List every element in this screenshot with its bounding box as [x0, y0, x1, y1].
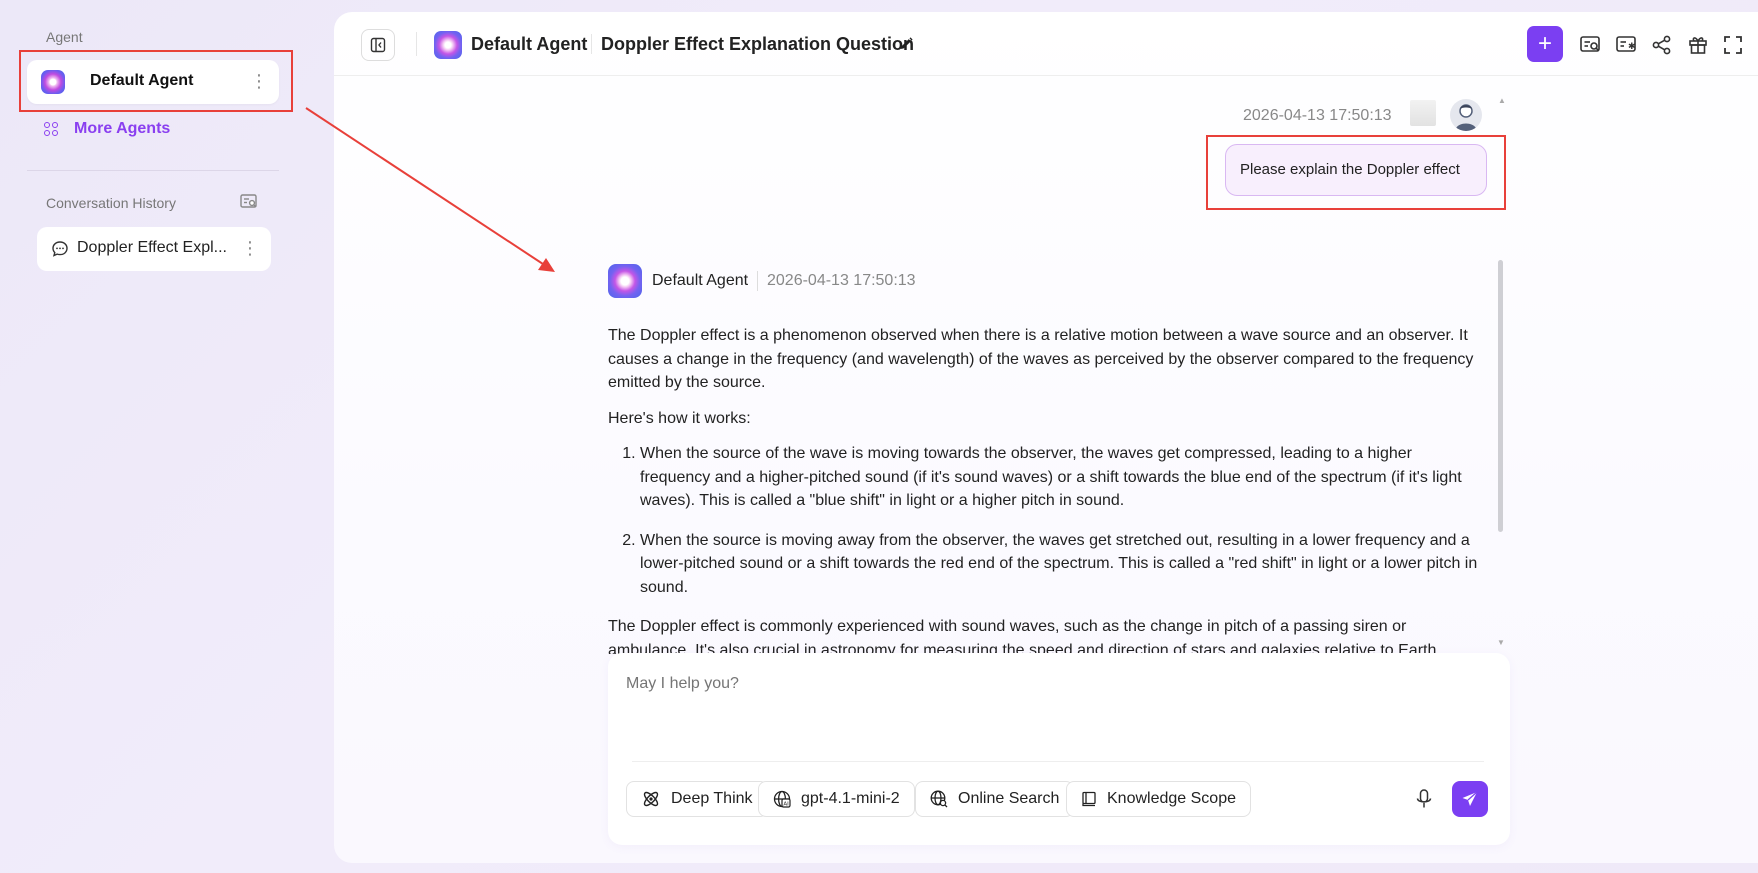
answer-outro: The Doppler effect is commonly experienc… [608, 618, 1441, 654]
online-search-toggle[interactable]: Online Search [915, 781, 1075, 817]
main-panel: Default Agent Doppler Effect Explanation… [334, 12, 1758, 863]
share-icon[interactable] [1651, 34, 1673, 56]
header-agent-avatar [434, 31, 462, 59]
answer-point: When the source is moving away from the … [640, 529, 1478, 600]
messages-scrollbar[interactable] [1498, 260, 1503, 532]
history-section-label: Conversation History [46, 195, 176, 211]
user-secondary-avatar [1410, 100, 1436, 126]
agent-message-avatar [608, 264, 642, 298]
user-message-timestamp: 2026-04-13 17:50:13 [1243, 107, 1392, 124]
scroll-up-icon[interactable]: ▲ [1498, 96, 1506, 105]
scroll-down-icon[interactable]: ▼ [1497, 638, 1505, 647]
answer-points-list: When the source of the wave is moving to… [640, 442, 1478, 599]
header: Default Agent Doppler Effect Explanation… [334, 12, 1758, 76]
header-divider [416, 32, 417, 56]
send-icon [1462, 791, 1478, 806]
conversation-title: Doppler Effect Explanation Question [601, 34, 915, 54]
user-avatar [1450, 99, 1482, 131]
edit-pencil-icon[interactable] [898, 36, 914, 52]
more-agents-label: More Agents [74, 120, 171, 137]
svg-text:✱: ✱ [1628, 42, 1636, 52]
book-icon [1082, 791, 1096, 807]
history-item[interactable]: Doppler Effect Expl... ⋮ [37, 227, 271, 271]
history-item-label: Doppler Effect Expl... [77, 239, 227, 256]
fullscreen-icon[interactable] [1722, 34, 1744, 56]
search-history-icon[interactable] [1579, 34, 1601, 56]
history-search-icon[interactable] [240, 194, 258, 210]
model-selector[interactable]: AI gpt-4.1-mini-2 [758, 781, 915, 817]
annotation-box-user-message [1206, 135, 1506, 210]
agent-section-label: Agent [46, 29, 83, 45]
globe-search-icon [930, 790, 948, 808]
deep-think-label: Deep Think [671, 790, 753, 807]
grid-icon [44, 122, 58, 136]
header-agent-name: Default Agent [471, 34, 588, 54]
annotation-box-agent [19, 50, 293, 112]
send-button[interactable] [1452, 781, 1488, 817]
sidebar: Agent Default Agent ⋮ More Agents Conver… [0, 0, 330, 873]
settings-card-icon[interactable]: ✱ [1615, 34, 1637, 56]
model-globe-icon: AI [773, 790, 791, 808]
message-input[interactable] [626, 675, 1466, 693]
knowledge-scope-label: Knowledge Scope [1107, 790, 1236, 807]
new-conversation-button[interactable]: + [1527, 26, 1563, 62]
toggle-sidebar-button[interactable] [361, 29, 395, 61]
header-title-divider [591, 34, 592, 54]
answer-intro: The Doppler effect is a phenomenon obser… [608, 327, 1474, 391]
online-search-label: Online Search [958, 790, 1060, 807]
sidebar-divider [27, 170, 279, 171]
agent-message-name: Default Agent [652, 272, 749, 289]
deep-think-toggle[interactable]: Deep Think [626, 781, 768, 817]
composer-divider [632, 761, 1484, 762]
answer-point: When the source of the wave is moving to… [640, 442, 1478, 513]
answer-how-it-works: Here's how it works: [608, 409, 751, 427]
knowledge-scope-selector[interactable]: Knowledge Scope [1066, 781, 1251, 817]
gift-icon[interactable] [1687, 34, 1709, 56]
svg-text:AI: AI [783, 802, 789, 808]
microphone-icon[interactable] [1414, 788, 1434, 810]
history-more-icon[interactable]: ⋮ [241, 239, 259, 257]
composer: Deep Think AI gpt-4.1-mini-2 Online Sear… [608, 653, 1510, 845]
model-label: gpt-4.1-mini-2 [801, 790, 900, 807]
agent-answer: The Doppler effect is a phenomenon obser… [608, 324, 1478, 654]
chat-bubble-icon [52, 241, 68, 257]
agent-message-divider [757, 271, 758, 291]
atom-icon [643, 791, 659, 807]
more-agents-link[interactable]: More Agents [44, 120, 170, 138]
sidebar-toggle-icon [370, 37, 386, 53]
agent-message-timestamp: 2026-04-13 17:50:13 [767, 272, 916, 289]
